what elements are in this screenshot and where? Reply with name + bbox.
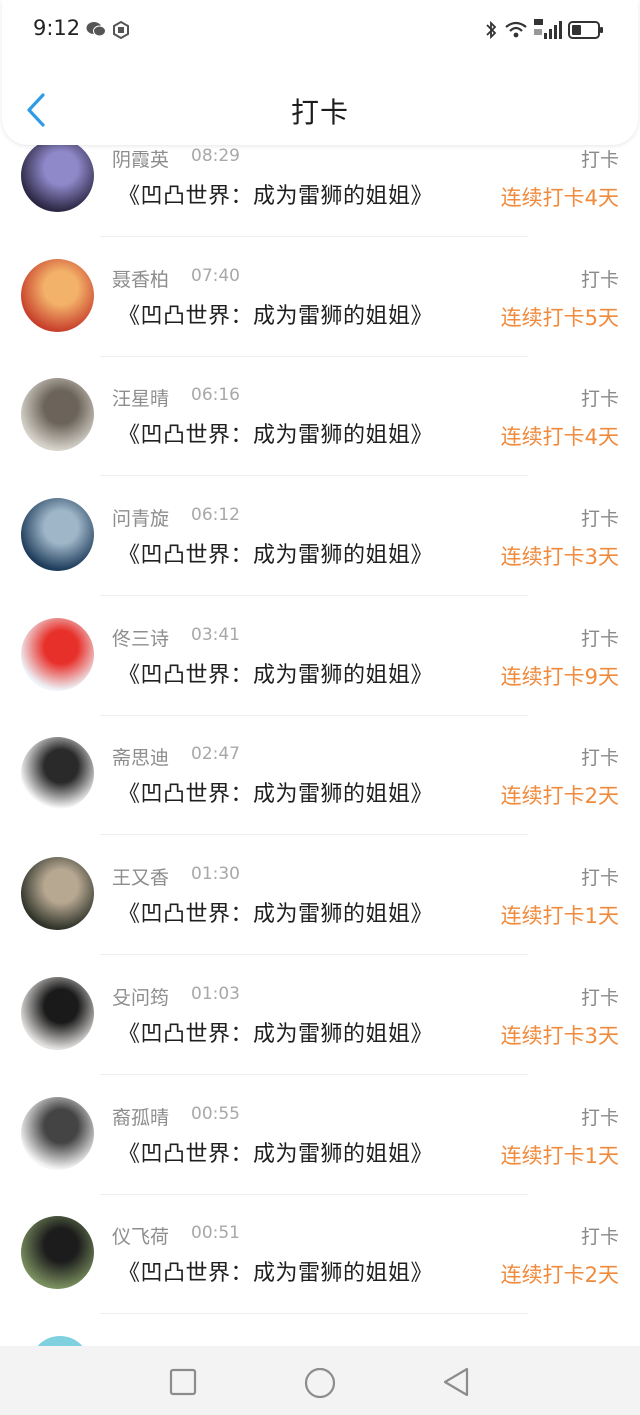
checkin-tag: 打卡 (580, 1106, 619, 1129)
avatar[interactable] (21, 1216, 94, 1290)
streak-label: 连续打卡4天 (500, 425, 619, 450)
user-name: 问青旋 (112, 508, 170, 531)
avatar[interactable] (21, 258, 94, 332)
checkin-time: 08:29 (191, 146, 240, 166)
avatar[interactable] (21, 976, 94, 1050)
checkin-tag: 打卡 (580, 388, 619, 411)
wifi-icon (505, 21, 527, 38)
checkin-time: 01:30 (191, 864, 240, 885)
avatar[interactable] (21, 737, 94, 811)
checkin-time: 02:47 (191, 744, 240, 765)
battery-icon (568, 21, 603, 39)
avatar[interactable] (21, 378, 94, 452)
checkin-time: 03:41 (191, 624, 240, 645)
book-title: 《凹凸世界：成为雷狮的姐姐》 (118, 303, 434, 329)
book-title: 《凹凸世界：成为雷狮的姐姐》 (118, 1261, 434, 1287)
user-name: 汪星晴 (112, 388, 170, 411)
checkin-time: 00:55 (191, 1103, 240, 1124)
checkin-time: 07:40 (191, 265, 240, 286)
checkin-row[interactable]: 王又香 01:30 《凹凸世界：成为雷狮的姐姐》 打卡 连续打卡1天 (0, 817, 640, 956)
checkin-time: 06:16 (191, 385, 240, 406)
checkin-row[interactable]: 佟三诗 03:41 《凹凸世界：成为雷狮的姐姐》 打卡 连续打卡9天 (0, 578, 640, 716)
avatar[interactable] (21, 498, 94, 572)
book-title: 《凹凸世界：成为雷狮的姐姐》 (118, 782, 434, 808)
avatar[interactable] (21, 1096, 94, 1170)
page-title: 打卡 (290, 96, 349, 129)
checkin-row[interactable]: 问青旋 06:12 《凹凸世界：成为雷狮的姐姐》 打卡 连续打卡3天 (0, 458, 640, 597)
book-title: 《凹凸世界：成为雷狮的姐姐》 (118, 543, 434, 569)
user-name: 斋思迪 (112, 747, 170, 770)
checkin-tag: 打卡 (580, 268, 619, 291)
checkin-tag: 打卡 (580, 149, 619, 171)
user-name: 仪飞荷 (112, 1226, 170, 1249)
checkin-row[interactable]: 聂香柏 07:40 《凹凸世界：成为雷狮的姐姐》 打卡 连续打卡5天 (0, 219, 640, 357)
checkin-row[interactable]: 仪飞荷 00:51 《凹凸世界：成为雷狮的姐姐》 打卡 连续打卡2天 (0, 1176, 640, 1315)
user-name: 阴霞英 (112, 149, 170, 171)
book-title: 《凹凸世界：成为雷狮的姐姐》 (118, 902, 434, 928)
user-name: 殳问筠 (112, 986, 170, 1009)
system-nav-bar (0, 1346, 640, 1415)
book-title: 《凹凸世界：成为雷狮的姐姐》 (118, 662, 434, 688)
streak-label: 连续打卡1天 (500, 904, 619, 929)
checkin-row[interactable]: 殳问筠 01:03 《凹凸世界：成为雷狮的姐姐》 打卡 连续打卡3天 (0, 937, 640, 1075)
status-time: 9:12 (33, 16, 81, 40)
bluetooth-icon (486, 20, 497, 40)
streak-label: 连续打卡1天 (500, 1143, 619, 1168)
checkin-tag: 打卡 (580, 867, 619, 890)
checkin-tag: 打卡 (580, 747, 619, 770)
status-icons (484, 19, 604, 41)
checkin-list: 阴霞英 08:29 《凹凸世界：成为雷狮的姐姐》 打卡 连续打卡4天 聂香柏 0… (0, 99, 640, 1315)
checkin-time: 01:03 (191, 983, 240, 1004)
streak-label: 连续打卡5天 (500, 305, 619, 330)
user-name: 王又香 (112, 867, 170, 890)
streak-label: 连续打卡3天 (500, 545, 619, 570)
streak-label: 连续打卡3天 (500, 1023, 619, 1048)
checkin-row[interactable]: 裔孤晴 00:55 《凹凸世界：成为雷狮的姐姐》 打卡 连续打卡1天 (0, 1057, 640, 1195)
wechat-icon (86, 22, 106, 37)
home-button[interactable] (303, 1366, 337, 1400)
checkin-row[interactable]: 斋思迪 02:47 《凹凸世界：成为雷狮的姐姐》 打卡 连续打卡2天 (0, 697, 640, 836)
checkin-tag: 打卡 (580, 508, 619, 531)
book-title: 《凹凸世界：成为雷狮的姐姐》 (118, 423, 434, 449)
avatar[interactable] (21, 857, 94, 931)
row-divider (100, 1313, 528, 1315)
streak-label: 连续打卡9天 (500, 664, 619, 689)
back-nav-button[interactable] (441, 1366, 473, 1398)
user-name: 佟三诗 (112, 627, 170, 650)
book-title: 《凹凸世界：成为雷狮的姐姐》 (118, 1021, 434, 1047)
checkin-tag: 打卡 (580, 1226, 619, 1249)
avatar[interactable] (21, 617, 94, 691)
avatar[interactable] (21, 139, 94, 212)
checkin-time: 06:12 (191, 505, 240, 526)
checkin-tag: 打卡 (580, 986, 619, 1009)
streak-label: 连续打卡4天 (500, 186, 619, 210)
checkin-tag: 打卡 (580, 627, 619, 650)
status-bar: 9:12 (2, 0, 638, 62)
checkin-page: 阴霞英 08:29 《凹凸世界：成为雷狮的姐姐》 打卡 连续打卡4天 聂香柏 0… (0, 0, 640, 1415)
streak-label: 连续打卡2天 (500, 784, 619, 809)
signal-5g-icon (534, 19, 562, 39)
recent-apps-button[interactable] (167, 1366, 199, 1398)
user-name: 聂香柏 (112, 268, 170, 291)
streak-label: 连续打卡2天 (500, 1263, 619, 1288)
checkin-row[interactable]: 汪星晴 06:16 《凹凸世界：成为雷狮的姐姐》 打卡 连续打卡4天 (0, 338, 640, 477)
top-card: 9:12 打卡 (2, 0, 638, 145)
user-name: 裔孤晴 (112, 1106, 170, 1129)
book-title: 《凹凸世界：成为雷狮的姐姐》 (118, 184, 434, 209)
book-title: 《凹凸世界：成为雷狮的姐姐》 (118, 1141, 434, 1167)
checkin-time: 00:51 (191, 1223, 240, 1244)
app-notification-icon (113, 21, 129, 39)
nav-bar: 打卡 (2, 74, 638, 144)
